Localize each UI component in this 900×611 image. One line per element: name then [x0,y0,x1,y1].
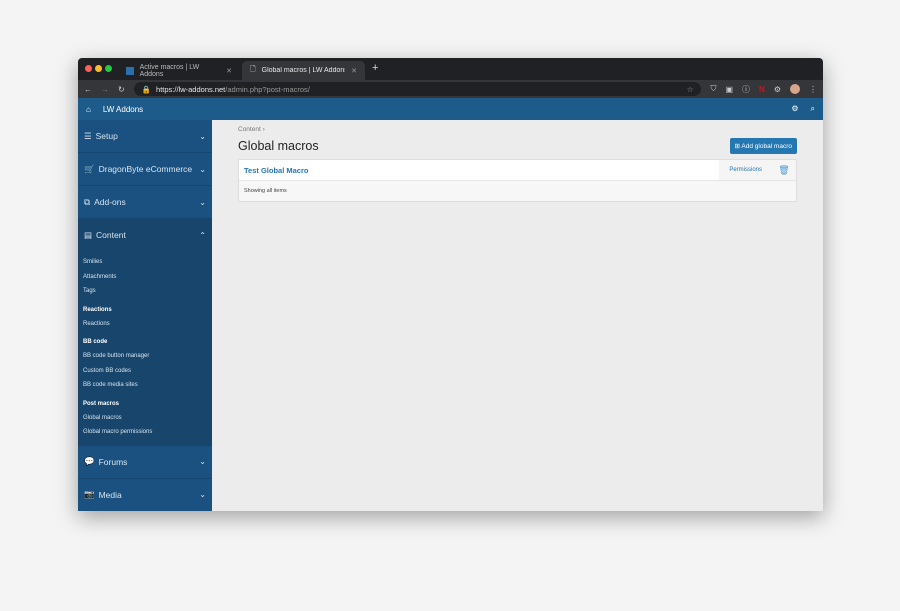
sliders-icon: ☰ [84,130,92,141]
minimize-window-button[interactable] [95,65,102,72]
newspaper-icon: ▤ [84,229,93,240]
page-title: Global macros [238,139,319,153]
menu-icon[interactable]: ⋮ [809,85,817,94]
search-icon[interactable]: ⌕ [811,104,815,114]
puzzle-icon: ⧉ [84,196,91,207]
group-heading-bbcode: BB code [83,339,108,345]
extension-glasses-icon[interactable]: ▣ [725,85,733,94]
sidebar-link-global-macros[interactable]: Global macros [83,411,207,426]
sidebar-section-dragonbyte[interactable]: 🛒 DragonByte eCommerce ⌄ [78,153,212,186]
maximize-window-button[interactable] [105,65,112,72]
sidebar-link-custom-bbcodes[interactable]: Custom BB codes [83,364,207,379]
close-tab-icon[interactable]: ✕ [351,67,357,75]
cart-icon: 🛒 [84,163,95,174]
plus-square-icon: ⊞ [734,143,740,150]
trash-icon[interactable]: 🗑 [772,160,796,180]
chevron-down-icon: ⌄ [199,164,206,174]
camera-icon: 📷 [84,489,95,499]
sidebar-link-reactions[interactable]: Reactions [83,317,207,332]
sidebar-section-addons[interactable]: ⧉ Add-ons ⌄ [78,186,212,219]
sidebar-section-forums[interactable]: 💬 Forums ⌄ [78,446,212,479]
tab-active-macros[interactable]: Active macros | LW Addons ✕ [118,61,240,80]
sidebar-section-setup[interactable]: ☰ Setup ⌄ [78,120,212,153]
sidebar-link-bbcode-button-manager[interactable]: BB code button manager [83,349,207,364]
chevron-down-icon: ⌄ [199,490,206,499]
extension-gear-icon[interactable]: ⚙ [774,85,781,94]
content-submenu: Smilies Attachments Tags Reactions React… [78,252,212,446]
url-path: /admin.php?post-macros/ [225,84,310,94]
star-icon[interactable]: ☆ [687,85,694,94]
group-heading-post-macros: Post macros [83,400,120,407]
sidebar-link-tags[interactable]: Tags [83,284,207,299]
chevron-down-icon: ⌄ [199,457,206,466]
chevron-up-icon: ⌃ [199,230,206,240]
document-icon: 🗋 [250,66,256,73]
new-tab-button[interactable]: + [372,62,378,74]
permissions-link[interactable]: Permissions [719,160,772,180]
url-input[interactable]: 🔒 https://lw-addons.net/admin.php?post-ma… [133,82,702,96]
sidebar: ☰ Setup ⌄ 🛒 DragonByte eCommerce ⌄ ⧉ Add-ons ⌄… [78,120,212,511]
close-window-button[interactable] [85,65,92,72]
section-label: Forums [98,456,128,467]
breadcrumb-content[interactable]: Content [238,126,261,133]
lock-icon: 🔒 [141,84,152,94]
sidebar-link-smilies[interactable]: Smilies [83,255,207,270]
sidebar-section-media[interactable]: 📷 Media ⌄ [78,479,212,511]
admin-header: ⌂ LW Addons ⚙ ⌕ [78,98,823,120]
sidebar-link-global-macro-permissions[interactable]: Global macro permissions [83,425,207,440]
group-heading-reactions: Reactions [83,306,112,313]
table-row: Test Global Macro Permissions 🗑 [239,160,796,181]
tab-global-macros[interactable]: 🗋 Global macros | LW Addons - A ✕ [242,61,365,80]
reload-icon[interactable]: ↻ [118,85,125,94]
tab-bar: Active macros | LW Addons ✕ 🗋 Global macro… [78,58,823,80]
forward-icon[interactable]: → [101,85,109,94]
list-footer: Showing all items [244,188,287,194]
add-global-macro-button[interactable]: ⊞ Add global macro [729,138,797,154]
browser-window: Active macros | LW Addons ✕ 🗋 Global macro… [78,58,823,511]
settings-gears-icon[interactable]: ⚙ [791,104,798,114]
chevron-down-icon: ⌄ [199,131,206,141]
netflix-icon[interactable]: N [759,85,765,94]
close-tab-icon[interactable]: ✕ [226,67,232,75]
main-content: Content › Global macros ⊞ Add global mac… [212,120,823,511]
address-bar-row: ← → ↻ 🔒 https://lw-addons.net/admin.php?pos… [78,80,823,98]
macro-list: Test Global Macro Permissions 🗑 Showing … [238,159,797,202]
section-label: Media [98,489,122,500]
back-icon[interactable]: ← [84,85,92,94]
extension-info-icon[interactable]: ⓘ [742,84,750,95]
extension-shield-icon[interactable]: ⛉ [710,84,716,94]
site-favicon-icon [126,66,134,75]
comments-icon: 💬 [84,456,95,466]
sidebar-link-bbcode-media-sites[interactable]: BB code media sites [83,378,207,393]
avatar[interactable] [790,84,800,94]
home-icon[interactable]: ⌂ [86,105,91,114]
sidebar-section-content[interactable]: ▤ Content ⌃ [78,219,212,252]
site-title[interactable]: LW Addons [103,105,143,114]
section-label: Content [96,230,126,240]
tab-label: Global macros | LW Addons - A [261,67,345,74]
section-label: Add-ons [94,197,126,207]
section-label: Setup [95,131,118,141]
sidebar-link-attachments[interactable]: Attachments [83,270,207,285]
url-host: https://lw-addons.net [156,84,226,94]
breadcrumb[interactable]: Content › [238,126,797,133]
tab-label: Active macros | LW Addons [139,63,200,78]
chevron-down-icon: ⌄ [199,197,206,207]
section-label: DragonByte eCommerce [98,164,193,174]
macro-name-link[interactable]: Test Global Macro [239,166,719,175]
button-label: Add global macro [741,143,792,150]
